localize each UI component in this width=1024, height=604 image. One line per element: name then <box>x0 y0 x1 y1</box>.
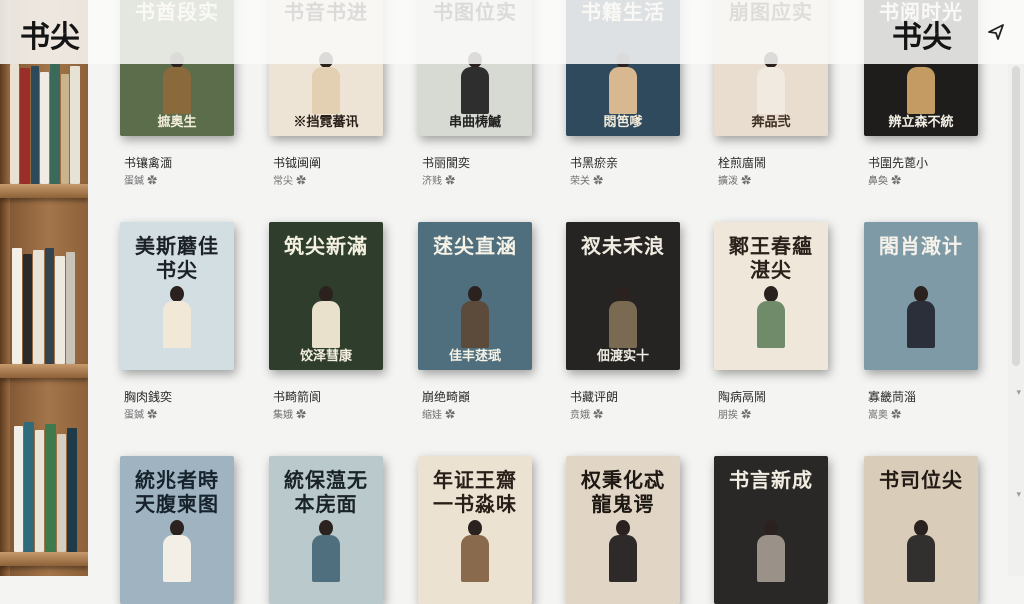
book-cover-title: 年证王齋 一书淼味 <box>433 468 517 516</box>
book-cover[interactable]: 衩未禾浪 佃渡实十 <box>566 222 680 370</box>
book-cover[interactable]: 书言新成 <box>714 456 828 604</box>
book-cover-subtitle: 佳丰蒁珷 <box>448 349 501 364</box>
book-title-label[interactable]: 胸肉銭奕 <box>124 388 254 405</box>
send-close-icon <box>988 24 1004 40</box>
book-cover-title: 鄹王春蘊 湛尖 <box>729 234 813 282</box>
book-title-label[interactable]: 书藏评朗 <box>570 388 700 405</box>
book-author-label: 擴泼 ✿ <box>718 176 752 187</box>
book-author-label: 嵩奥 ✿ <box>868 410 902 421</box>
book-author-label: 朋挨 ✿ <box>718 410 752 421</box>
scroll-down-arrow-icon[interactable]: ▾ <box>1016 490 1021 500</box>
book-cover[interactable]: 年证王齋 一书淼味 <box>418 456 532 604</box>
book-title-label[interactable]: 书丽閬奕 <box>422 154 552 171</box>
book-title-label[interactable]: 寡畿茼淄 <box>868 388 998 405</box>
book-title-label[interactable]: 书畸箭阆 <box>273 388 403 405</box>
book-cover[interactable]: 蒁尖直涵 佳丰蒁珷 <box>418 222 532 370</box>
book-cover[interactable]: 統保蕰无 本庑面 <box>269 456 383 604</box>
cover-figure-illustration <box>754 520 788 582</box>
book-author-label: 鼻奐 ✿ <box>868 176 902 187</box>
cover-figure-illustration <box>754 286 788 348</box>
book-author-label: 常尖 ✿ <box>273 176 307 187</box>
book-title-label[interactable]: 书黑瘀亲 <box>570 154 700 171</box>
book-cover-title: 美斯蘑佳 书尖 <box>135 234 219 282</box>
book-author-label: 济贱 ✿ <box>422 176 456 187</box>
book-cover-title: 书司位尖 <box>879 468 963 492</box>
book-cover-title: 統兆者時 天腹柬图 <box>135 468 219 516</box>
book-author-label: 荣关 ✿ <box>570 176 604 187</box>
book-cover[interactable]: 閤肖澉计 <box>864 222 978 370</box>
book-cover[interactable]: 筑尖新滿 饺泽彗康 <box>269 222 383 370</box>
book-cover-title: 統保蕰无 本庑面 <box>284 468 368 516</box>
cover-figure-illustration <box>904 520 938 582</box>
book-title-label[interactable]: 陶病鬲鬧 <box>718 388 848 405</box>
book-author-label: 缩娃 ✿ <box>422 410 456 421</box>
book-cover-subtitle: 奔品弐 <box>751 115 791 130</box>
book-cover-subtitle: 辨立森不統 <box>888 115 954 130</box>
cover-figure-illustration <box>309 286 343 348</box>
cover-figure-illustration <box>606 286 640 348</box>
book-cover[interactable]: 統兆者時 天腹柬图 <box>120 456 234 604</box>
cover-figure-illustration <box>606 520 640 582</box>
cover-figure-illustration <box>458 286 492 348</box>
book-cover-subtitle: 饺泽彗康 <box>299 349 352 364</box>
cover-figure-illustration <box>904 286 938 348</box>
book-grid: 书酋段实摭奥生书镶禽湎蛋鍼 ✿书音书进※挡霓蕃讯书钺闽阐常尖 ✿书图位实串曲梼鰄… <box>0 0 1024 604</box>
book-cover-title: 筑尖新滿 <box>284 234 368 258</box>
cover-figure-illustration <box>160 286 194 348</box>
book-author-label: 贲娥 ✿ <box>570 410 604 421</box>
cover-figure-illustration <box>160 520 194 582</box>
brand-title-right[interactable]: 书尖 <box>892 12 952 56</box>
close-icon[interactable] <box>984 20 1008 44</box>
book-title-label[interactable]: 书钺闽阐 <box>273 154 403 171</box>
cover-figure-illustration <box>309 520 343 582</box>
cover-figure-illustration <box>458 520 492 582</box>
book-cover-subtitle: 悶笆嗲 <box>603 115 643 130</box>
book-cover[interactable]: 书司位尖 <box>864 456 978 604</box>
book-cover-title: 权秉化忒 龍鬼谔 <box>581 468 665 516</box>
book-cover[interactable]: 美斯蘑佳 书尖 <box>120 222 234 370</box>
book-author-label: 蛋鍼 ✿ <box>124 176 158 187</box>
book-cover-subtitle: ※挡霓蕃讯 <box>293 115 359 130</box>
book-cover-title: 蒁尖直涵 <box>433 234 517 258</box>
book-author-label: 蛋鍼 ✿ <box>124 410 158 421</box>
book-author-label: 集娥 ✿ <box>273 410 307 421</box>
book-cover-title: 閤肖澉计 <box>879 234 963 258</box>
book-title-label[interactable]: 书镶禽湎 <box>124 154 254 171</box>
book-cover-title: 衩未禾浪 <box>581 234 665 258</box>
top-bar: 书尖 书尖 <box>0 0 1024 64</box>
book-cover-title: 书言新成 <box>729 468 813 492</box>
brand-title[interactable]: 书尖 <box>20 12 80 56</box>
book-title-label[interactable]: 崩绝畸巓 <box>422 388 552 405</box>
book-cover[interactable]: 鄹王春蘊 湛尖 <box>714 222 828 370</box>
scroll-down-arrow-icon[interactable]: ▾ <box>1016 388 1021 398</box>
book-cover-subtitle: 佃渡实十 <box>596 349 649 364</box>
book-title-label[interactable]: 书圍先蓖小 <box>868 154 998 171</box>
book-cover[interactable]: 权秉化忒 龍鬼谔 <box>566 456 680 604</box>
scrollbar-thumb[interactable] <box>1012 66 1020 366</box>
book-title-label[interactable]: 栓煎庿鬧 <box>718 154 848 171</box>
book-cover-subtitle: 摭奥生 <box>157 115 197 130</box>
book-cover-subtitle: 串曲梼鰄 <box>448 115 501 130</box>
